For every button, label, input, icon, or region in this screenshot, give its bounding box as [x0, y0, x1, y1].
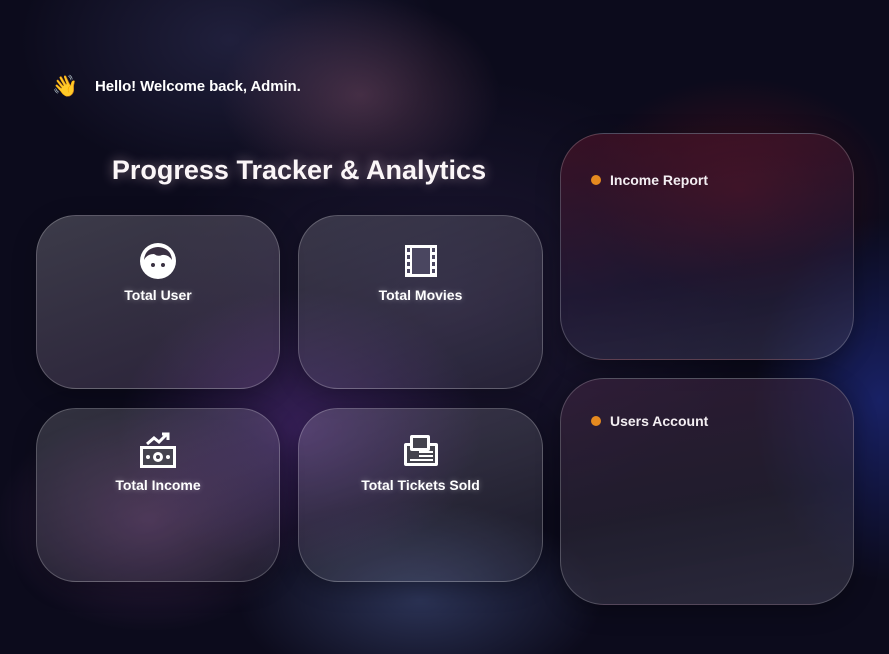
total-user-card[interactable]: Total User	[36, 215, 280, 389]
total-income-card[interactable]: Total Income	[36, 408, 280, 582]
total-user-label: Total User	[124, 287, 192, 303]
greeting-text: Hello! Welcome back, Admin.	[95, 77, 301, 95]
total-income-label: Total Income	[115, 477, 201, 493]
income-report-title: Income Report	[610, 172, 709, 188]
income-report-header: Income Report	[591, 172, 708, 188]
film-strip-icon	[401, 241, 441, 281]
users-account-header: Users Account	[591, 413, 708, 429]
total-movies-label: Total Movies	[378, 287, 463, 303]
users-account-panel: Users Account	[560, 378, 854, 605]
total-tickets-sold-card[interactable]: Total Tickets Sold	[298, 408, 543, 582]
page-title: Progress Tracker & Analytics	[111, 155, 487, 185]
user-face-icon	[138, 241, 178, 281]
status-dot	[591, 175, 601, 185]
status-dot	[591, 416, 601, 426]
money-growth-icon	[138, 431, 178, 471]
total-tickets-sold-label: Total Tickets Sold	[361, 477, 480, 493]
greeting: 👋 Hello! Welcome back, Admin.	[52, 72, 301, 100]
ticket-icon	[401, 431, 441, 471]
users-account-title: Users Account	[610, 413, 709, 429]
total-movies-card[interactable]: Total Movies	[298, 215, 543, 389]
income-report-panel: Income Report	[560, 133, 854, 360]
waving-hand-icon: 👋	[52, 74, 79, 98]
